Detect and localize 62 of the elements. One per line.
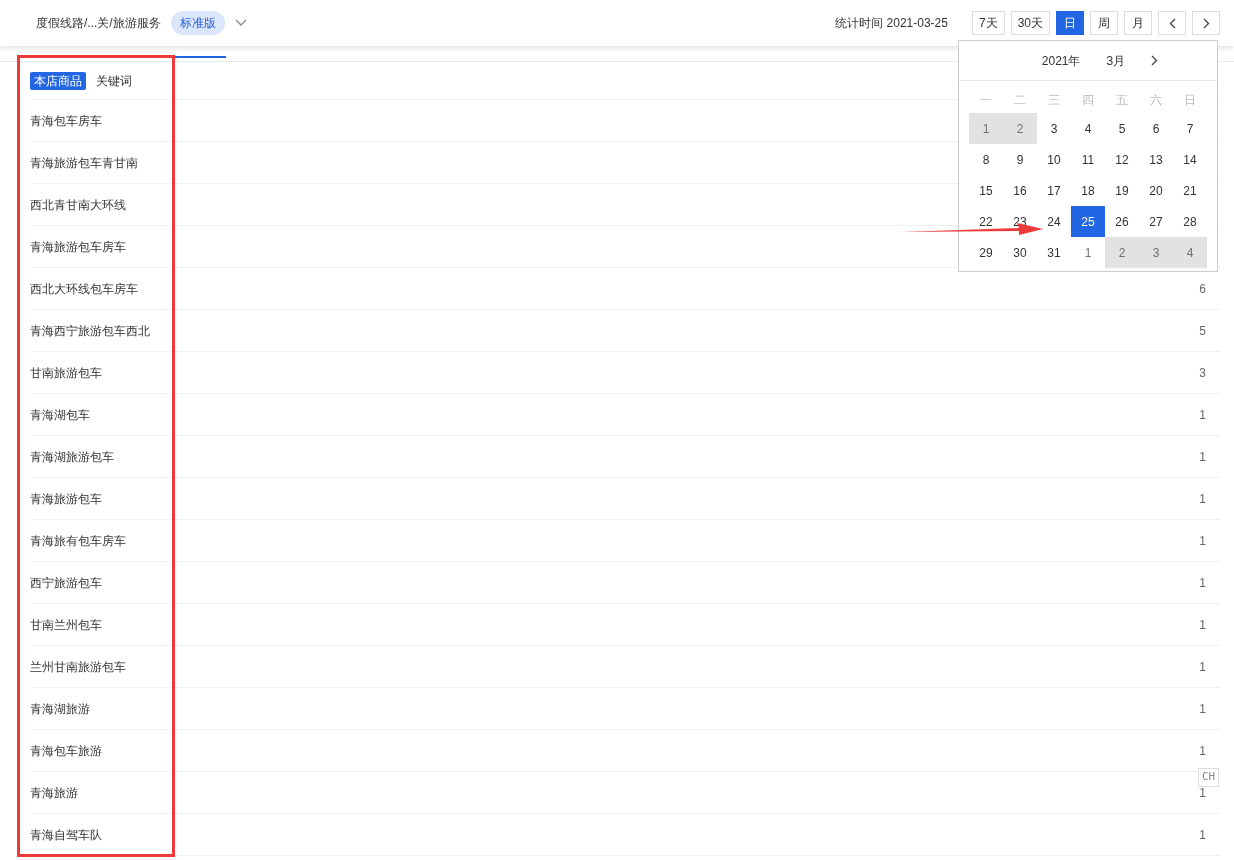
count-cell-text: 1 [1199,490,1206,508]
keyword-cell-text: 青海旅有包车房车 [30,532,126,550]
count-cell-text: 1 [1199,406,1206,424]
count-cell-text: 1 [1199,574,1206,592]
keyword-cell-text: 青海湖包车 [30,406,90,424]
previous-button[interactable] [1158,11,1186,35]
count-cell-text: 1 [1199,658,1206,676]
next-button[interactable] [1192,11,1220,35]
keyword-cell-text: 青海湖旅游 [30,700,90,718]
weekday-label: 三 [1047,92,1061,109]
calendar-month[interactable]: 3月 [1106,51,1126,70]
stat-time: 统计时间 2021-03-25 [835,15,948,32]
chevron-left-icon [1168,17,1176,29]
calendar-day[interactable]: 2 [1105,237,1139,268]
keyword-cell-text: 甘南旅游包车 [30,364,102,382]
keyword-cell-text: 青海旅游包车 [30,490,102,508]
count-cell-text: 1 [1199,700,1206,718]
keyword-cell-text: 青海湖旅游包车 [30,448,114,466]
weekday-label: 六 [1149,92,1163,109]
edition-badge: 标准版 [170,11,225,35]
weekday-label: 日 [1183,92,1197,109]
count-cell-text: 5 [1199,322,1206,340]
chevron-right-icon[interactable] [1151,55,1159,66]
count-cell-text: 1 [1199,826,1206,844]
weekday-label: 五 [1115,92,1129,109]
ime-badge[interactable]: CH [1198,768,1220,787]
keyword-cell-text: 青海西宁旅游包车西北 [30,322,150,340]
keyword-cell-text: 青海包车旅游 [30,742,102,760]
calendar-day[interactable]: 1 [969,113,1003,144]
calendar-day[interactable]: 3 [1139,237,1173,268]
weekday-label: 四 [1081,92,1095,109]
count-cell-text: 1 [1199,532,1206,550]
range-button[interactable]: 周 [1090,11,1118,35]
calendar-day[interactable]: 4 [1173,237,1207,268]
calendar-day[interactable]: 25 [1071,206,1105,237]
range-button[interactable]: 月 [1124,11,1152,35]
count-cell-text: 6 [1199,280,1206,298]
keyword-cell-text: 青海包车房车 [30,112,102,130]
keyword-cell-text: 青海旅游 [30,784,78,802]
count-cell-text: 1 [1199,742,1206,760]
count-cell-text: 1 [1199,784,1206,802]
keyword-cell-text: 甘南兰州包车 [30,616,102,634]
keyword-cell-text: 青海自驾车队 [30,826,102,844]
calendar-year[interactable]: 2021年 [1041,51,1081,70]
keyword-cell-text: 兰州甘南旅游包车 [30,658,126,676]
chevron-down-icon[interactable] [234,19,247,27]
range-button[interactable]: 7天 [971,11,1005,35]
source-tab[interactable]: 关键词 [92,71,136,90]
keyword-cell-text: 西北青甘南大环线 [30,196,126,214]
count-cell-text: 1 [1199,616,1206,634]
keyword-cell-text: 青海旅游包车青甘南 [30,154,138,172]
breadcrumb[interactable]: 度假线路/...关/旅游服务 [36,14,161,32]
keyword-cell-text: 西北大环线包车房车 [30,280,138,298]
calendar-day[interactable]: 2 [1003,113,1037,144]
keyword-cell-text: 西宁旅游包车 [30,574,102,592]
range-button[interactable]: 30天 [1010,11,1050,35]
chevron-right-icon [1202,17,1210,29]
count-cell-text: 1 [1199,448,1206,466]
range-button[interactable]: 日 [1056,11,1084,35]
source-tab[interactable]: 本店商品 [30,71,86,90]
count-cell-text: 3 [1199,364,1206,382]
keyword-cell-text: 青海旅游包车房车 [30,238,126,256]
